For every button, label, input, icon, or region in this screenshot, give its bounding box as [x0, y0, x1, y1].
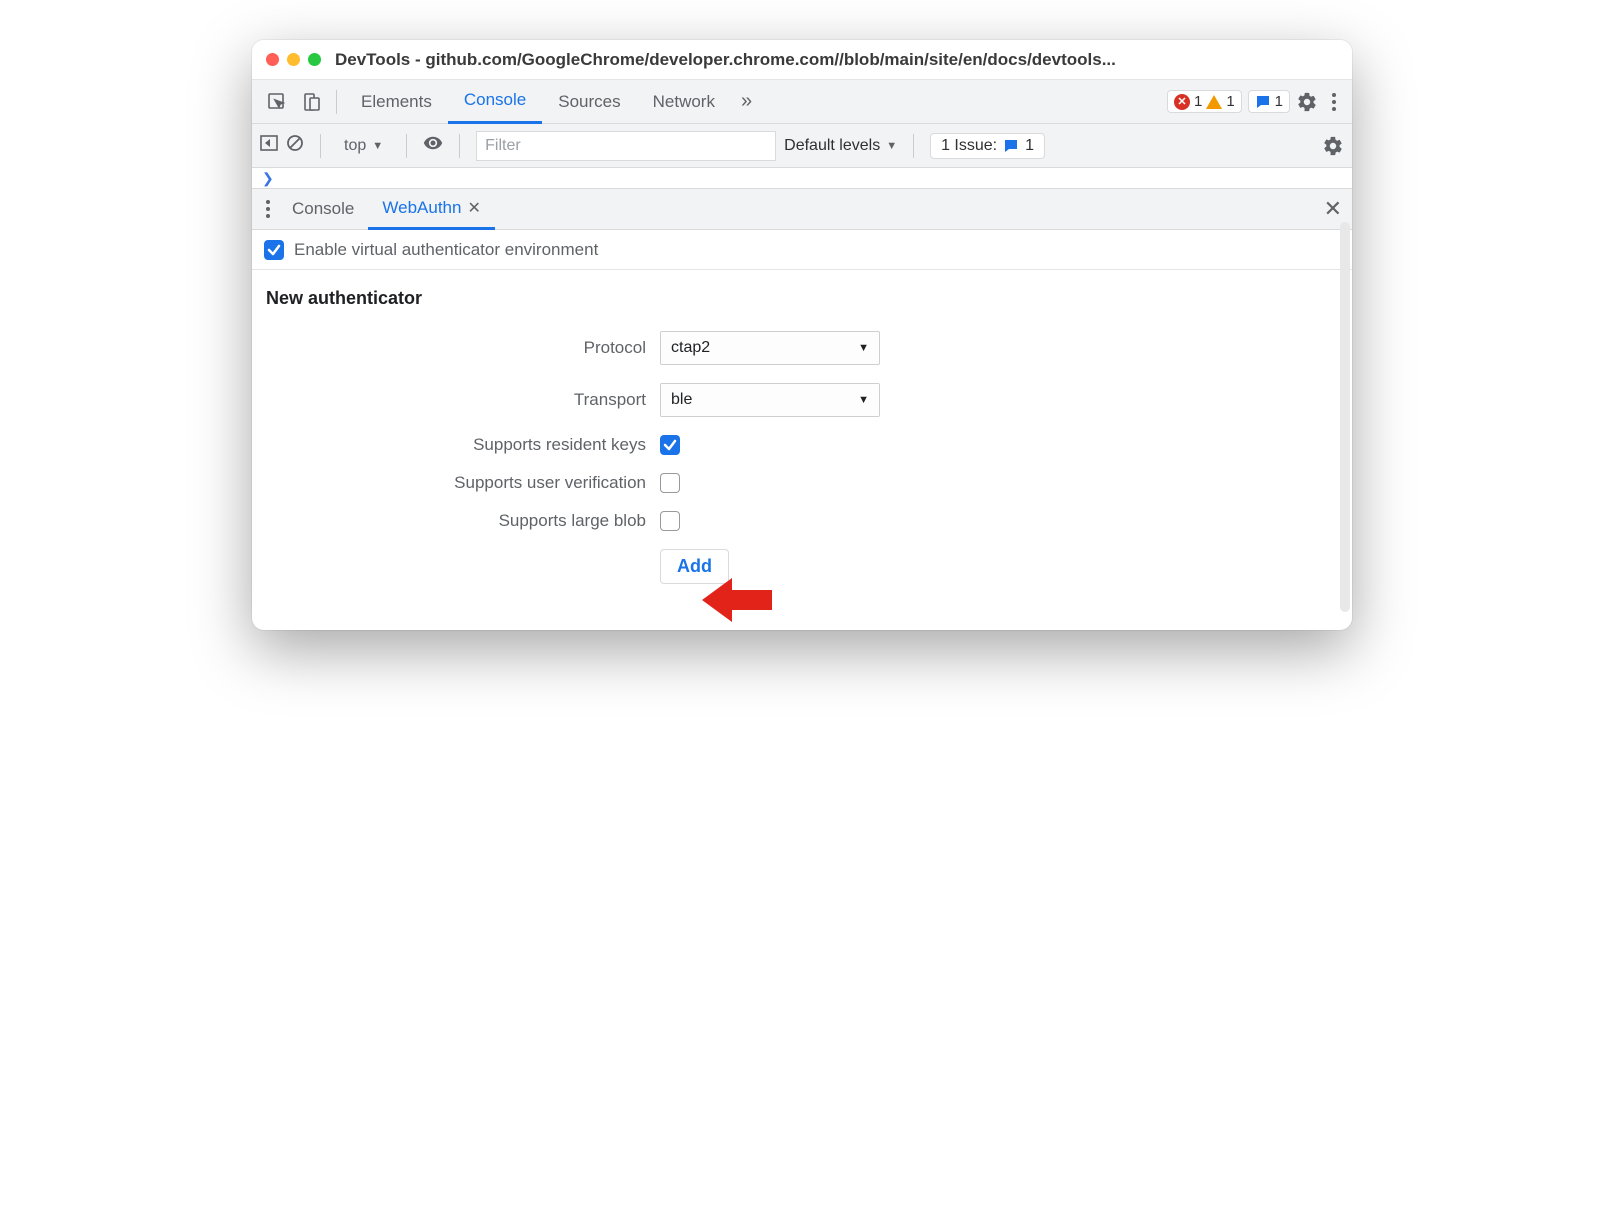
dropdown-icon: ▼: [886, 140, 897, 152]
enable-virtual-authenticator-row: Enable virtual authenticator environment: [252, 230, 1352, 270]
issue-icon: [1003, 138, 1019, 154]
dropdown-icon: ▼: [858, 394, 869, 406]
transport-label: Transport: [266, 390, 646, 410]
issues-badge-count: 1: [1275, 93, 1283, 110]
separator: [913, 134, 914, 158]
user-verification-checkbox[interactable]: [660, 473, 680, 493]
console-toolbar: top ▼ Default levels ▼ 1 Issue: 1: [252, 124, 1352, 168]
traffic-lights: [266, 53, 321, 66]
more-menu-icon[interactable]: [1324, 93, 1344, 111]
tab-console[interactable]: Console: [448, 80, 542, 124]
more-tabs-icon[interactable]: »: [731, 90, 762, 113]
filter-input[interactable]: [476, 131, 776, 161]
window-titlebar: DevTools - github.com/GoogleChrome/devel…: [252, 40, 1352, 80]
tab-network[interactable]: Network: [637, 80, 731, 124]
drawer-tab-webauthn[interactable]: WebAuthn ✕: [368, 188, 494, 230]
live-expression-icon[interactable]: [423, 133, 443, 158]
separator: [336, 90, 337, 114]
warning-count: 1: [1226, 93, 1234, 110]
levels-label: Default levels: [784, 137, 880, 155]
warning-icon: [1206, 95, 1222, 109]
window-title: DevTools - github.com/GoogleChrome/devel…: [335, 50, 1338, 70]
separator: [320, 134, 321, 158]
separator: [406, 134, 407, 158]
console-sidebar-toggle-icon[interactable]: [260, 134, 278, 157]
main-tabstrip: Elements Console Sources Network » ✕ 1 1…: [252, 80, 1352, 124]
enable-virtual-authenticator-label: Enable virtual authenticator environment: [294, 240, 598, 260]
transport-value: ble: [671, 391, 692, 409]
enable-virtual-authenticator-checkbox[interactable]: [264, 240, 284, 260]
large-blob-label: Supports large blob: [266, 511, 646, 531]
protocol-select[interactable]: ctap2 ▼: [660, 331, 880, 365]
drawer-tabstrip: Console WebAuthn ✕ ✕: [252, 188, 1352, 230]
scrollbar[interactable]: [1340, 222, 1350, 612]
tab-sources[interactable]: Sources: [542, 80, 636, 124]
large-blob-checkbox[interactable]: [660, 511, 680, 531]
log-levels-selector[interactable]: Default levels ▼: [784, 137, 897, 155]
resident-keys-label: Supports resident keys: [266, 435, 646, 455]
webauthn-panel: New authenticator Protocol ctap2 ▼ Trans…: [252, 270, 1352, 630]
zoom-window-button[interactable]: [308, 53, 321, 66]
drawer-more-icon[interactable]: [258, 200, 278, 218]
resident-keys-checkbox[interactable]: [660, 435, 680, 455]
protocol-label: Protocol: [266, 338, 646, 358]
tab-elements[interactable]: Elements: [345, 80, 448, 124]
error-icon: ✕: [1174, 94, 1190, 110]
issues-label: 1 Issue:: [941, 137, 997, 155]
console-prompt-indicator: ❯: [252, 168, 1352, 188]
issues-chip[interactable]: 1 Issue: 1: [930, 133, 1045, 159]
close-window-button[interactable]: [266, 53, 279, 66]
context-selector[interactable]: top ▼: [337, 134, 390, 158]
error-count: 1: [1194, 93, 1202, 110]
user-verification-label: Supports user verification: [266, 473, 646, 493]
dropdown-icon: ▼: [858, 342, 869, 354]
console-settings-icon[interactable]: [1322, 135, 1344, 157]
drawer-tab-console[interactable]: Console: [278, 188, 368, 230]
clear-console-icon[interactable]: [286, 134, 304, 157]
settings-icon[interactable]: [1293, 88, 1321, 116]
dropdown-icon: ▼: [372, 140, 383, 152]
issue-icon: [1255, 94, 1271, 110]
device-toolbar-icon[interactable]: [297, 88, 325, 116]
protocol-value: ctap2: [671, 339, 710, 357]
minimize-window-button[interactable]: [287, 53, 300, 66]
devtools-window: DevTools - github.com/GoogleChrome/devel…: [252, 40, 1352, 630]
issues-count: 1: [1025, 137, 1034, 155]
transport-select[interactable]: ble ▼: [660, 383, 880, 417]
new-authenticator-heading: New authenticator: [266, 288, 1338, 309]
issues-badge[interactable]: 1: [1248, 90, 1290, 113]
separator: [459, 134, 460, 158]
close-drawer-icon[interactable]: ✕: [1324, 196, 1342, 222]
drawer-tab-webauthn-label: WebAuthn: [382, 198, 461, 218]
error-warning-badge[interactable]: ✕ 1 1: [1167, 90, 1242, 113]
context-label: top: [344, 137, 366, 155]
close-tab-icon[interactable]: ✕: [467, 198, 480, 218]
add-button[interactable]: Add: [660, 549, 729, 584]
annotation-arrow-icon: [702, 578, 772, 622]
inspect-element-icon[interactable]: [263, 88, 291, 116]
